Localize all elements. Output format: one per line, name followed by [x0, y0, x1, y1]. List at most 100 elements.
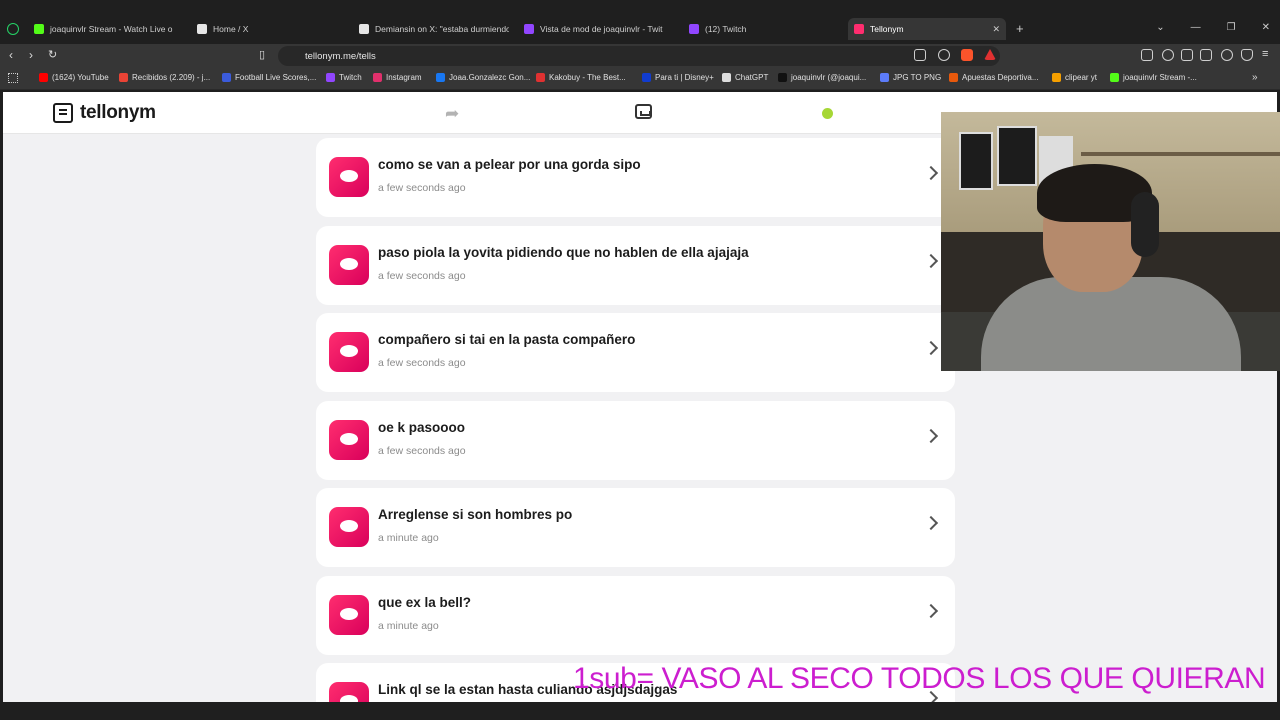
whatsapp-icon[interactable]	[7, 23, 19, 35]
bookmark-favicon-icon	[436, 73, 445, 82]
bookmark-item[interactable]: Kakobuy - The Best...	[536, 73, 626, 82]
tell-card[interactable]: Arreglense si son hombres po a minute ago	[316, 488, 955, 567]
tab-item[interactable]: joaquinvlr Stream - Watch Live o	[34, 18, 182, 40]
inbox-icon[interactable]	[635, 104, 652, 119]
bookmarks-bar: (1624) YouTube Recibidos (2.209) - j... Fo…	[0, 68, 1280, 90]
close-tab-icon[interactable]: ✕	[992, 24, 1000, 35]
bookmark-favicon-icon	[119, 73, 128, 82]
tell-message: que ex la bell?	[378, 594, 472, 610]
zoom-icon[interactable]	[938, 49, 950, 61]
bookmark-item[interactable]: Joaa.Gonzalezc Gon...	[436, 73, 530, 82]
bookmark-item[interactable]: ChatGPT	[722, 73, 768, 82]
tab-favicon-icon	[524, 24, 534, 34]
bookmark-item[interactable]: Twitch	[326, 73, 362, 82]
more-bookmarks-icon[interactable]: »	[1252, 72, 1258, 83]
bookmark-item[interactable]: Instagram	[373, 73, 422, 82]
bookmark-item[interactable]: clipear yt	[1052, 73, 1097, 82]
tab-favicon-icon	[689, 24, 699, 34]
minimize-icon[interactable]: —	[1191, 22, 1201, 33]
new-tab-icon[interactable]: +	[1016, 21, 1024, 36]
apps-grid-icon[interactable]	[8, 73, 18, 83]
music-icon[interactable]	[1162, 49, 1174, 61]
reload-icon[interactable]: ↻	[48, 48, 57, 61]
chevron-right-icon[interactable]	[923, 603, 939, 618]
leo-icon[interactable]	[1221, 49, 1233, 61]
bookmark-favicon-icon	[222, 73, 231, 82]
restore-icon[interactable]: ❐	[1227, 22, 1236, 33]
stream-overlay-text: 1sub= VASO AL SECO TODOS LOS QUE QUIERAN	[573, 662, 1266, 695]
bookmark-label: Kakobuy - The Best...	[549, 73, 626, 82]
speech-bubble-icon	[329, 507, 369, 547]
extensions-icon[interactable]	[1141, 49, 1153, 61]
tell-timestamp: a minute ago	[378, 532, 439, 544]
chevron-right-icon[interactable]	[923, 515, 939, 531]
tab-label: Tellonym	[870, 24, 904, 34]
tab-favicon-icon	[359, 24, 369, 34]
address-bar[interactable]: tellonym.me/tells	[278, 46, 1000, 66]
tab-item[interactable]: (12) Twitch	[689, 18, 839, 40]
rewards-icon[interactable]	[984, 49, 996, 60]
taskbar-strip	[0, 702, 1280, 720]
tell-timestamp: a minute ago	[378, 619, 439, 632]
bookmark-label: Instagram	[386, 73, 422, 82]
tab-item[interactable]: Demiansin on X: "estaba durmiendo	[359, 18, 509, 40]
sidebar-icon[interactable]	[1181, 49, 1193, 61]
tell-card[interactable]: compañero si tai en la pasta compañero a …	[316, 313, 955, 392]
tell-message: como se van a pelear por una gorda sipo	[378, 157, 641, 172]
vpn-icon[interactable]	[1241, 49, 1253, 61]
tab-item[interactable]: Vista de mod de joaquinvlr - Twit	[524, 18, 672, 40]
menu-icon[interactable]: ≡	[1262, 48, 1268, 60]
tell-card[interactable]: oe k pasoooo a few seconds ago	[316, 400, 955, 480]
chevron-right-icon[interactable]	[923, 165, 939, 181]
brave-shield-icon[interactable]	[961, 49, 973, 61]
tellonym-logo[interactable]: tellonym	[53, 102, 156, 124]
wallet-icon[interactable]	[1200, 49, 1212, 61]
tab-bar: joaquinvlr Stream - Watch Live o Home / X…	[0, 0, 1280, 44]
bookmark-label: (1624) YouTube	[52, 73, 109, 82]
url-text: tellonym.me/tells	[305, 50, 376, 62]
bookmark-favicon-icon	[778, 73, 787, 82]
chevron-right-icon[interactable]	[923, 253, 939, 268]
tell-card[interactable]: como se van a pelear por una gorda sipo a…	[316, 138, 955, 217]
tab-item[interactable]: Tellonym ✕	[848, 18, 1006, 40]
bookmark-label: JPG TO PNG	[893, 73, 942, 82]
tab-label: (12) Twitch	[705, 24, 747, 34]
bookmark-favicon-icon	[949, 73, 958, 82]
speech-bubble-icon	[329, 157, 369, 197]
bookmark-label: joaquinvlr Stream -...	[1123, 73, 1197, 82]
tab-label: Home / X	[213, 24, 249, 34]
chevron-right-icon[interactable]	[923, 340, 939, 356]
status-dot[interactable]	[822, 108, 833, 119]
bookmark-item[interactable]: Football Live Scores,...	[222, 73, 316, 82]
tell-card[interactable]: paso piola la yovita pidiendo que no hab…	[316, 225, 955, 305]
close-window-icon[interactable]: ✕	[1262, 22, 1270, 33]
tells-feed: como se van a pelear por una gorda sipo a…	[316, 138, 955, 702]
bookmark-item[interactable]: Para ti | Disney+	[642, 73, 714, 82]
tab-label: Vista de mod de joaquinvlr - Twit	[540, 24, 663, 34]
bookmark-item[interactable]: JPG TO PNG	[880, 73, 941, 82]
browser-toolbar: ‹ › ↻ ▯ tellonym.me/tells ≡	[0, 44, 1280, 68]
bookmark-item[interactable]: Apuestas Deportiva...	[949, 73, 1038, 82]
back-icon[interactable]: ‹	[9, 48, 13, 62]
share-icon[interactable]: ➦	[445, 104, 459, 124]
bookmark-item[interactable]: Recibidos (2.209) - j...	[119, 73, 210, 82]
bookmark-item[interactable]: joaquinvlr (@joaqui...	[778, 73, 866, 82]
bookmark-label: Joaa.Gonzalezc Gon...	[449, 73, 531, 82]
tab-search-icon[interactable]: ⌄	[1156, 22, 1164, 33]
bookmark-icon[interactable]: ▯	[259, 48, 265, 61]
forward-icon[interactable]: ›	[29, 48, 33, 62]
translate-icon[interactable]	[914, 49, 926, 61]
bookmark-label: clipear yt	[1065, 73, 1098, 82]
bookmark-item[interactable]: joaquinvlr Stream -...	[1110, 73, 1197, 82]
tell-timestamp: a few seconds ago	[378, 182, 466, 194]
tell-card[interactable]: que ex la bell? a minute ago	[316, 575, 955, 655]
tab-favicon-icon	[854, 24, 864, 34]
tab-item[interactable]: Home / X	[197, 18, 347, 40]
bookmark-item[interactable]: (1624) YouTube	[39, 73, 109, 82]
bookmark-favicon-icon	[880, 73, 889, 82]
bookmark-favicon-icon	[1110, 73, 1119, 82]
tab-label: joaquinvlr Stream - Watch Live o	[50, 24, 173, 34]
chevron-right-icon[interactable]	[923, 428, 939, 443]
tab-label: Demiansin on X: "estaba durmiendo	[375, 24, 509, 34]
webcam-poster	[997, 126, 1037, 186]
